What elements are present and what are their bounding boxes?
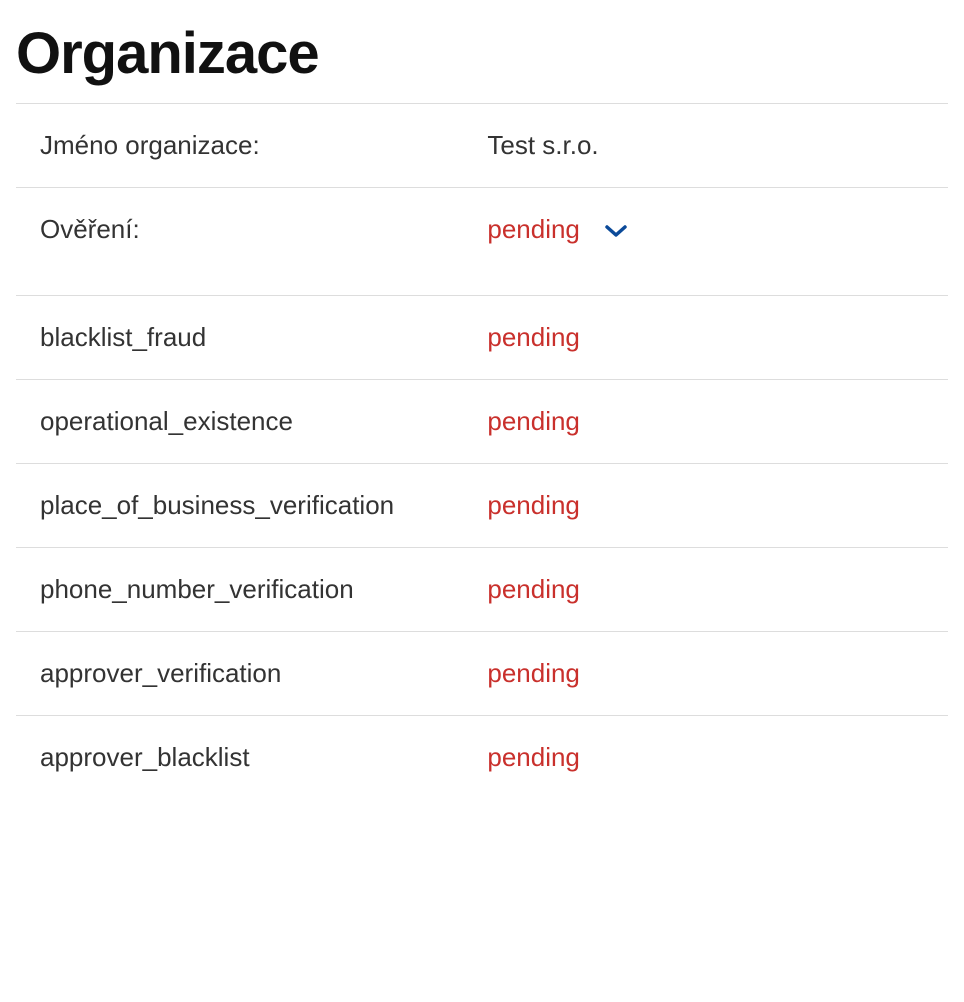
check-label: blacklist_fraud — [16, 295, 463, 379]
value-overeni-cell: pending — [463, 188, 948, 296]
row-check: place_of_business_verification pending — [16, 463, 948, 547]
label-org-name: Jméno organizace: — [16, 104, 463, 188]
row-overeni: Ověření: pending — [16, 188, 948, 296]
check-value: pending — [463, 379, 948, 463]
check-value: pending — [463, 715, 948, 799]
row-check: blacklist_fraud pending — [16, 295, 948, 379]
value-org-name: Test s.r.o. — [463, 104, 948, 188]
row-check: approver_blacklist pending — [16, 715, 948, 799]
check-value: pending — [463, 295, 948, 379]
check-value: pending — [463, 547, 948, 631]
expand-toggle[interactable] — [605, 214, 627, 245]
value-overeni: pending — [487, 214, 580, 244]
org-table: Jméno organizace: Test s.r.o. Ověření: p… — [16, 103, 948, 799]
check-value: pending — [463, 631, 948, 715]
label-overeni: Ověření: — [16, 188, 463, 296]
check-label: operational_existence — [16, 379, 463, 463]
check-label: approver_blacklist — [16, 715, 463, 799]
row-check: phone_number_verification pending — [16, 547, 948, 631]
row-check: operational_existence pending — [16, 379, 948, 463]
row-org-name: Jméno organizace: Test s.r.o. — [16, 104, 948, 188]
check-label: place_of_business_verification — [16, 463, 463, 547]
page-title: Organizace — [16, 0, 948, 103]
row-check: approver_verification pending — [16, 631, 948, 715]
chevron-down-icon — [605, 214, 627, 244]
check-label: phone_number_verification — [16, 547, 463, 631]
check-label: approver_verification — [16, 631, 463, 715]
check-value: pending — [463, 463, 948, 547]
